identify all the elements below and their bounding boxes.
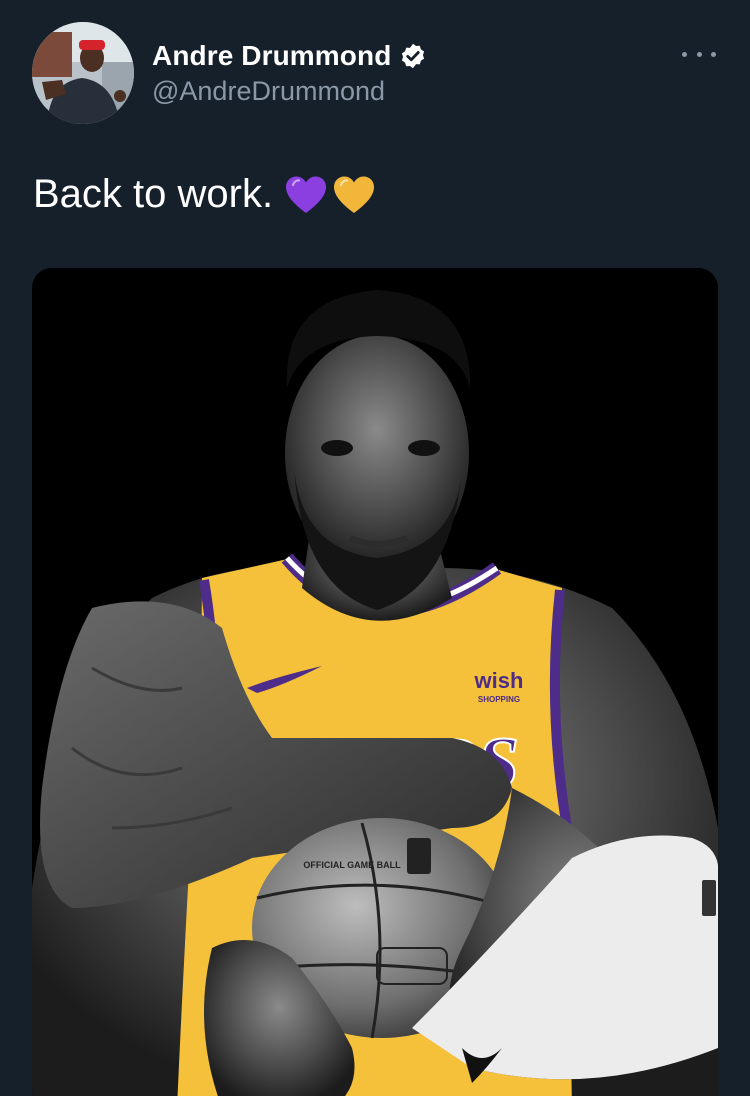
more-dot (711, 51, 716, 57)
yellow-heart-icon (333, 175, 375, 215)
tweet-text: Back to work. (33, 172, 375, 217)
tweet-text-content: Back to work. (33, 172, 274, 216)
ball-label: OFFICIAL GAME BALL (303, 860, 401, 870)
avatar-photo (32, 22, 134, 124)
tweet[interactable]: Andre Drummond @AndreDrummond Back to wo… (0, 0, 750, 1096)
author-handle[interactable]: @AndreDrummond (152, 76, 385, 107)
author-name-row[interactable]: Andre Drummond (152, 40, 427, 72)
author-avatar[interactable] (32, 22, 134, 124)
more-dot (682, 51, 687, 57)
verified-badge-icon (399, 42, 427, 70)
purple-heart-icon (285, 175, 327, 215)
sponsor-sub: SHOPPING (478, 695, 520, 704)
tweet-media-image[interactable]: wish SHOPPING LAKERS OFFICIAL GAME BALL (32, 268, 718, 1096)
author-display-name[interactable]: Andre Drummond (152, 40, 391, 72)
more-dot (696, 51, 702, 57)
sponsor-logo: wish (474, 668, 524, 693)
player-photo: wish SHOPPING LAKERS OFFICIAL GAME BALL (32, 268, 718, 1096)
more-horizontal-icon[interactable] (682, 40, 716, 68)
